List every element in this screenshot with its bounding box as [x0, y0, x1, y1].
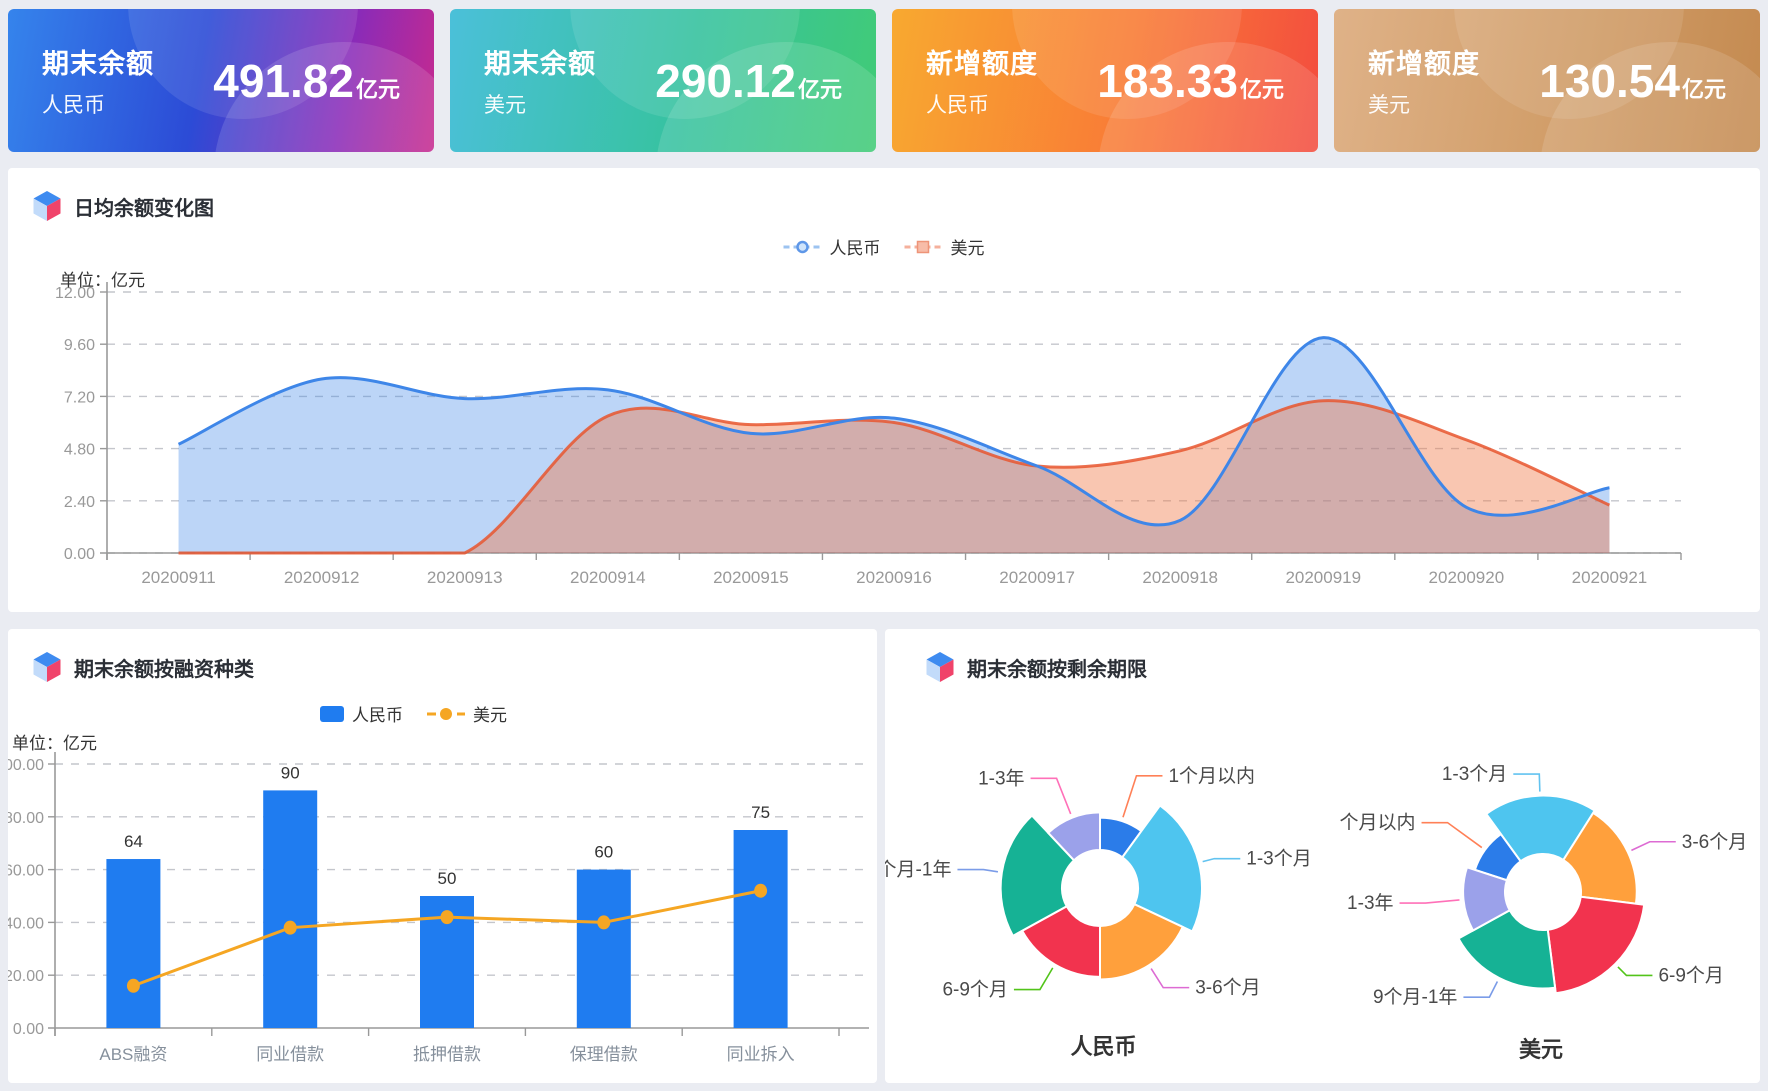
svg-text:20200918: 20200918 [1142, 568, 1218, 587]
panel-balance-by-remaining-term: 期末余额按剩余期限 1个月以内1-3个月3-6个月6-9个月个月-1年1-3年 … [885, 629, 1760, 1083]
cny-bar-marker-icon [320, 706, 344, 722]
panel-title: 日均余额变化图 [74, 192, 214, 221]
svg-text:40.00: 40.00 [8, 915, 44, 932]
svg-text:抵押借款: 抵押借款 [413, 1045, 481, 1064]
card-value: 491.82 [213, 54, 354, 108]
svg-text:20200911: 20200911 [141, 568, 215, 587]
cube-icon [32, 651, 62, 683]
svg-text:9.60: 9.60 [64, 337, 95, 354]
card-subtitle: 美元 [484, 89, 596, 119]
svg-text:20200920: 20200920 [1429, 568, 1505, 587]
cube-icon [925, 651, 955, 683]
legend-item-usd-line[interactable]: 美元 [427, 701, 507, 726]
donut-caption-usd: 美元 [1322, 1032, 1760, 1064]
legend-item-cny[interactable]: 人民币 [784, 234, 881, 259]
svg-text:80.00: 80.00 [8, 810, 44, 827]
card-title: 新增额度 [926, 42, 1038, 81]
svg-text:20200921: 20200921 [1572, 568, 1648, 587]
svg-text:同业借款: 同业借款 [256, 1045, 324, 1064]
panel-balance-by-financing-type: 期末余额按融资种类 人民币 美元 单位：亿元 0.00 20.00 40.00 60.… [8, 629, 877, 1083]
svg-text:75: 75 [751, 803, 770, 822]
svg-text:0.00: 0.00 [64, 546, 95, 563]
donut-caption-cny: 人民币 [885, 1029, 1322, 1061]
svg-text:20200915: 20200915 [713, 568, 789, 587]
card-title: 新增额度 [1368, 42, 1480, 81]
panel-title: 期末余额按融资种类 [74, 653, 254, 682]
svg-text:7.20: 7.20 [64, 389, 95, 406]
svg-text:20200919: 20200919 [1285, 568, 1361, 587]
cube-icon [32, 190, 62, 222]
usd-line-marker-icon [905, 240, 943, 254]
card-subtitle: 美元 [1368, 89, 1480, 119]
svg-text:ABS融资: ABS融资 [99, 1045, 167, 1064]
unit-label: 单位：亿元 [12, 729, 97, 754]
svg-text:0.00: 0.00 [13, 1021, 44, 1038]
unit-label: 单位：亿元 [60, 266, 145, 291]
card-value: 183.33 [1097, 54, 1238, 108]
card-subtitle: 人民币 [42, 89, 154, 119]
svg-text:20200913: 20200913 [427, 568, 503, 587]
svg-text:1-3年: 1-3年 [1347, 892, 1393, 914]
svg-text:90: 90 [281, 763, 300, 782]
svg-text:6-9个月: 6-9个月 [1658, 964, 1723, 986]
stat-card-newquota-cny: 新增额度 人民币 183.33 亿元 [892, 9, 1318, 152]
svg-text:60.00: 60.00 [8, 863, 44, 880]
svg-text:3-6个月: 3-6个月 [1195, 977, 1260, 999]
svg-text:60: 60 [594, 843, 613, 862]
cny-term-donut-chart[interactable]: 1个月以内 1-3个月 3-6个月 6-9个月 个月-1年 1-3年 [885, 669, 1322, 1029]
stat-card-newquota-usd: 新增额度 美元 130.54 亿元 [1334, 9, 1760, 152]
card-unit: 亿元 [1240, 72, 1284, 104]
card-subtitle: 人民币 [926, 89, 1038, 119]
svg-text:20200916: 20200916 [856, 568, 932, 587]
svg-text:20200912: 20200912 [284, 568, 360, 587]
panel-daily-balance-chart: 日均余额变化图 人民币 美元 单位：亿元 0.00 2.40 4.80 7.20 9.6… [8, 168, 1760, 612]
svg-text:个月以内: 个月以内 [1340, 812, 1416, 834]
svg-text:20.00: 20.00 [8, 968, 44, 985]
svg-text:1-3年: 1-3年 [978, 767, 1024, 789]
stat-card-balance-cny: 期末余额 人民币 491.82 亿元 [8, 9, 434, 152]
svg-text:1个月以内: 1个月以内 [1168, 765, 1255, 787]
svg-text:1-3个月: 1-3个月 [1246, 848, 1311, 870]
svg-text:9个月-1年: 9个月-1年 [1373, 986, 1457, 1008]
svg-text:3-6个月: 3-6个月 [1682, 831, 1747, 853]
legend-item-cny-bar[interactable]: 人民币 [320, 701, 403, 726]
type-chart-legend[interactable]: 人民币 美元 [308, 701, 519, 726]
card-unit: 亿元 [356, 72, 400, 104]
cny-line-marker-icon [784, 240, 822, 254]
card-title: 期末余额 [484, 42, 596, 81]
card-value: 290.12 [655, 54, 796, 108]
svg-text:个月-1年: 个月-1年 [885, 859, 951, 881]
svg-text:6-9个月: 6-9个月 [942, 979, 1007, 1001]
svg-text:100.00: 100.00 [8, 757, 44, 774]
usd-dot-marker-icon [427, 707, 465, 721]
card-unit: 亿元 [798, 72, 842, 104]
svg-text:同业拆入: 同业拆入 [727, 1045, 795, 1064]
card-title: 期末余额 [42, 42, 154, 81]
svg-text:64: 64 [124, 832, 143, 851]
daily-chart-legend[interactable]: 人民币 美元 [772, 234, 997, 259]
legend-item-usd[interactable]: 美元 [905, 234, 985, 259]
svg-text:1-3个月: 1-3个月 [1442, 763, 1507, 785]
financing-type-bar-chart[interactable]: 0.00 20.00 40.00 60.00 80.00 100.00 ABS融资 同业借款 抵… [8, 629, 877, 1083]
card-value: 130.54 [1539, 54, 1680, 108]
svg-text:保理借款: 保理借款 [570, 1045, 638, 1064]
stat-card-balance-usd: 期末余额 美元 290.12 亿元 [450, 9, 876, 152]
panel-title: 期末余额按剩余期限 [967, 653, 1147, 682]
svg-text:50: 50 [438, 869, 457, 888]
svg-text:20200917: 20200917 [999, 568, 1075, 587]
svg-text:20200914: 20200914 [570, 568, 646, 587]
card-unit: 亿元 [1682, 72, 1726, 104]
usd-term-donut-chart[interactable]: 个月以内 1-3个月 3-6个月 6-9个月 9个月-1年 1-3年 [1322, 669, 1760, 1029]
svg-text:2.40: 2.40 [64, 494, 95, 511]
svg-text:4.80: 4.80 [64, 442, 95, 459]
